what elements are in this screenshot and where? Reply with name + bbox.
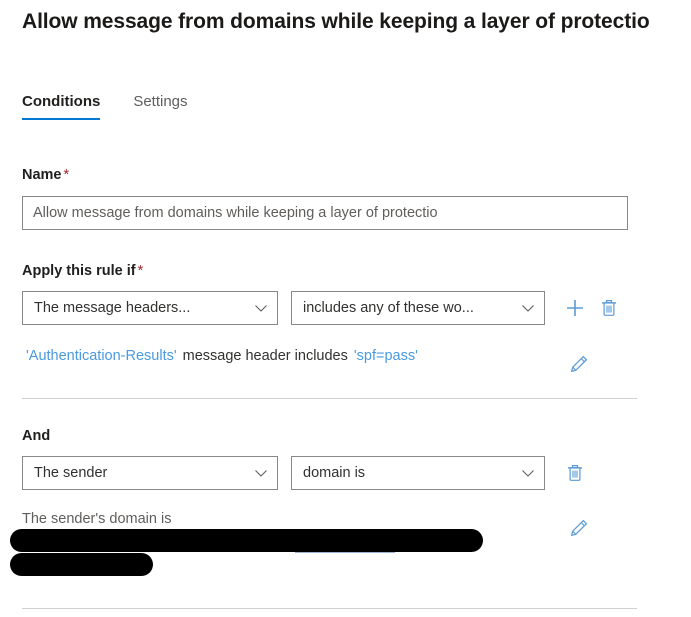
chevron-down-icon [255, 470, 267, 477]
condition-2-summary: The sender's domain is [22, 511, 172, 527]
condition-2-field-value: The sender [34, 465, 108, 481]
pencil-icon [570, 519, 588, 537]
delete-condition-1-button[interactable] [596, 295, 622, 321]
name-input[interactable] [22, 196, 628, 230]
plus-icon [567, 300, 583, 316]
edit-condition-1-button[interactable] [566, 351, 592, 377]
apply-rule-if-label: Apply this rule if * [22, 261, 143, 281]
condition-1-field-value: The message headers... [34, 300, 191, 316]
apply-rule-if-label-text: Apply this rule if [22, 263, 136, 279]
condition-1-summary-token-right: 'spf=pass' [353, 348, 418, 364]
and-label: And [22, 428, 51, 444]
condition-1-operator-value: includes any of these wo... [303, 300, 474, 316]
section-divider [22, 608, 637, 609]
condition-1-operator-dropdown[interactable]: includes any of these wo... [291, 291, 545, 325]
trash-icon [602, 300, 616, 316]
condition-2-operator-value: domain is [303, 465, 366, 481]
condition-1-summary: 'Authentication-Results' message header i… [26, 345, 418, 367]
apply-rule-if-required-marker: * [137, 263, 144, 279]
condition-1-summary-token-left: 'Authentication-Results' [26, 348, 177, 364]
redaction-bar [10, 529, 483, 552]
chevron-down-icon [255, 305, 267, 312]
condition-2-operator-dropdown[interactable]: domain is [291, 456, 545, 490]
tab-conditions[interactable]: Conditions [22, 92, 101, 120]
chevron-down-icon [522, 470, 534, 477]
rule-editor-panel: Allow message from domains while keeping… [0, 0, 691, 617]
name-label: Name * [22, 165, 69, 185]
add-condition-button[interactable] [562, 295, 588, 321]
page-title: Allow message from domains while keeping… [22, 10, 650, 33]
delete-condition-2-button[interactable] [562, 460, 588, 486]
condition-2-field-dropdown[interactable]: The sender [22, 456, 278, 490]
trash-icon [568, 465, 582, 481]
tab-bar: Conditions Settings [22, 92, 221, 120]
redaction-bar [10, 553, 153, 576]
name-required-marker: * [63, 167, 70, 183]
name-label-text: Name [22, 167, 62, 183]
condition-1-field-dropdown[interactable]: The message headers... [22, 291, 278, 325]
condition-1-summary-middle: message header includes [182, 348, 348, 364]
section-divider [22, 398, 637, 399]
tab-settings[interactable]: Settings [133, 92, 187, 120]
pencil-icon [570, 355, 588, 373]
edit-condition-2-button[interactable] [566, 515, 592, 541]
chevron-down-icon [522, 305, 534, 312]
